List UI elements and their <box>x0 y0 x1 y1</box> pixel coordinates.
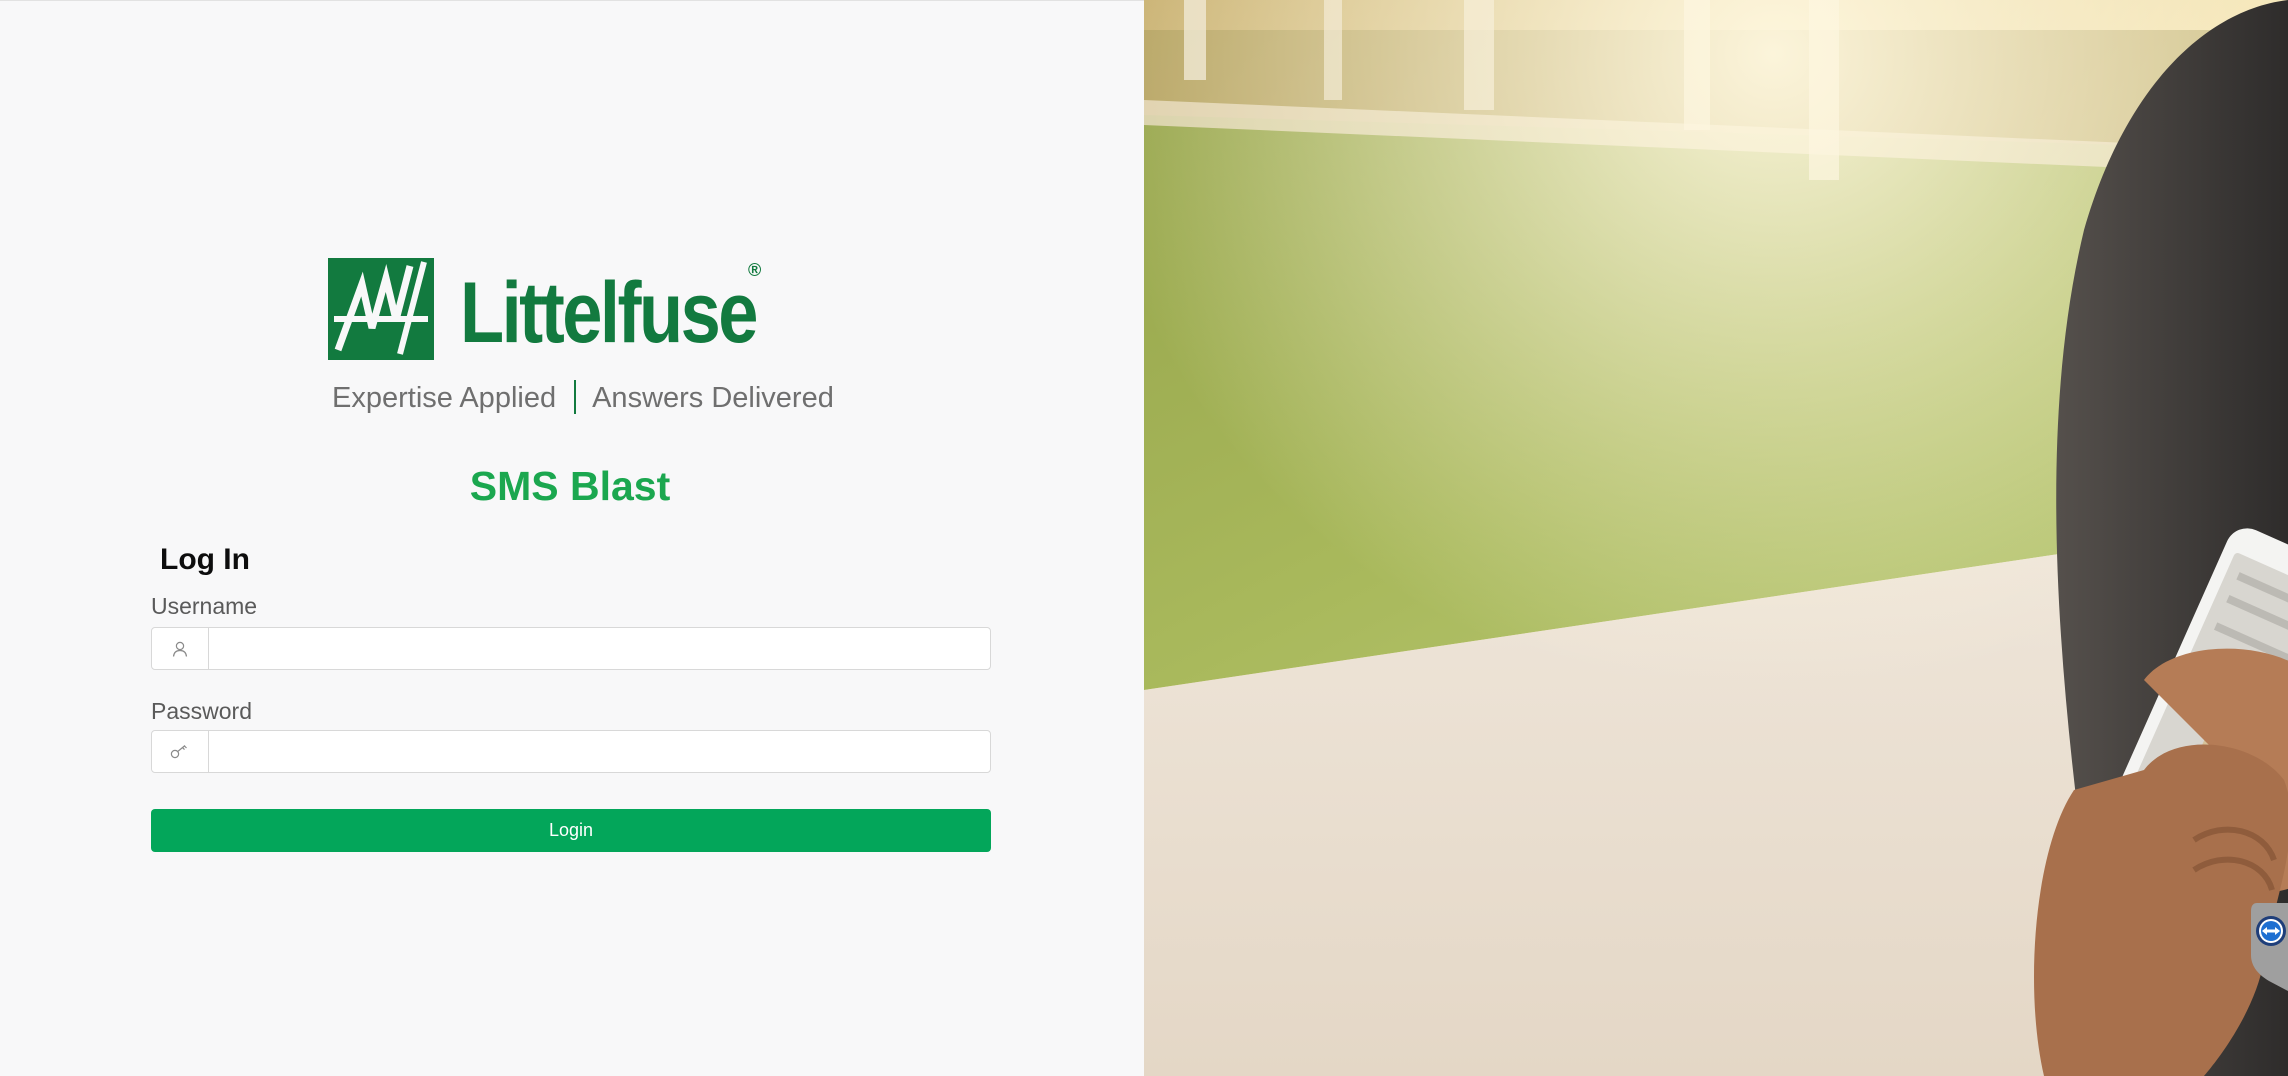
person-holding-phone-photo <box>1144 0 2288 1076</box>
logo-wordmark: Littelfuse <box>460 265 758 361</box>
login-button[interactable]: Login <box>151 809 991 852</box>
tagline-left: Expertise Applied <box>332 382 557 414</box>
tagline-right: Answers Delivered <box>592 382 834 414</box>
side-tab[interactable] <box>2249 903 2288 991</box>
password-input[interactable] <box>209 731 990 772</box>
registered-mark: ® <box>748 260 762 280</box>
password-input-group <box>151 730 991 773</box>
app-title: SMS Blast <box>469 463 671 509</box>
username-label: Username <box>151 593 258 619</box>
littelfuse-logo-icon <box>328 258 434 360</box>
username-input-group <box>151 627 991 670</box>
password-label: Password <box>151 698 252 724</box>
tagline-divider <box>574 380 577 414</box>
username-input[interactable] <box>209 628 990 669</box>
login-panel: Littelfuse ® Expertise Applied Answers De… <box>0 0 1144 1076</box>
user-icon <box>152 628 209 669</box>
login-heading: Log In <box>160 543 250 576</box>
brand-logo: Littelfuse ® Expertise Applied Answers De… <box>328 256 834 426</box>
key-icon <box>152 731 209 772</box>
brand-tagline: Expertise Applied Answers Delivered <box>332 380 834 415</box>
hero-image <box>1144 0 2288 1076</box>
remote-support-icon <box>2256 916 2286 946</box>
